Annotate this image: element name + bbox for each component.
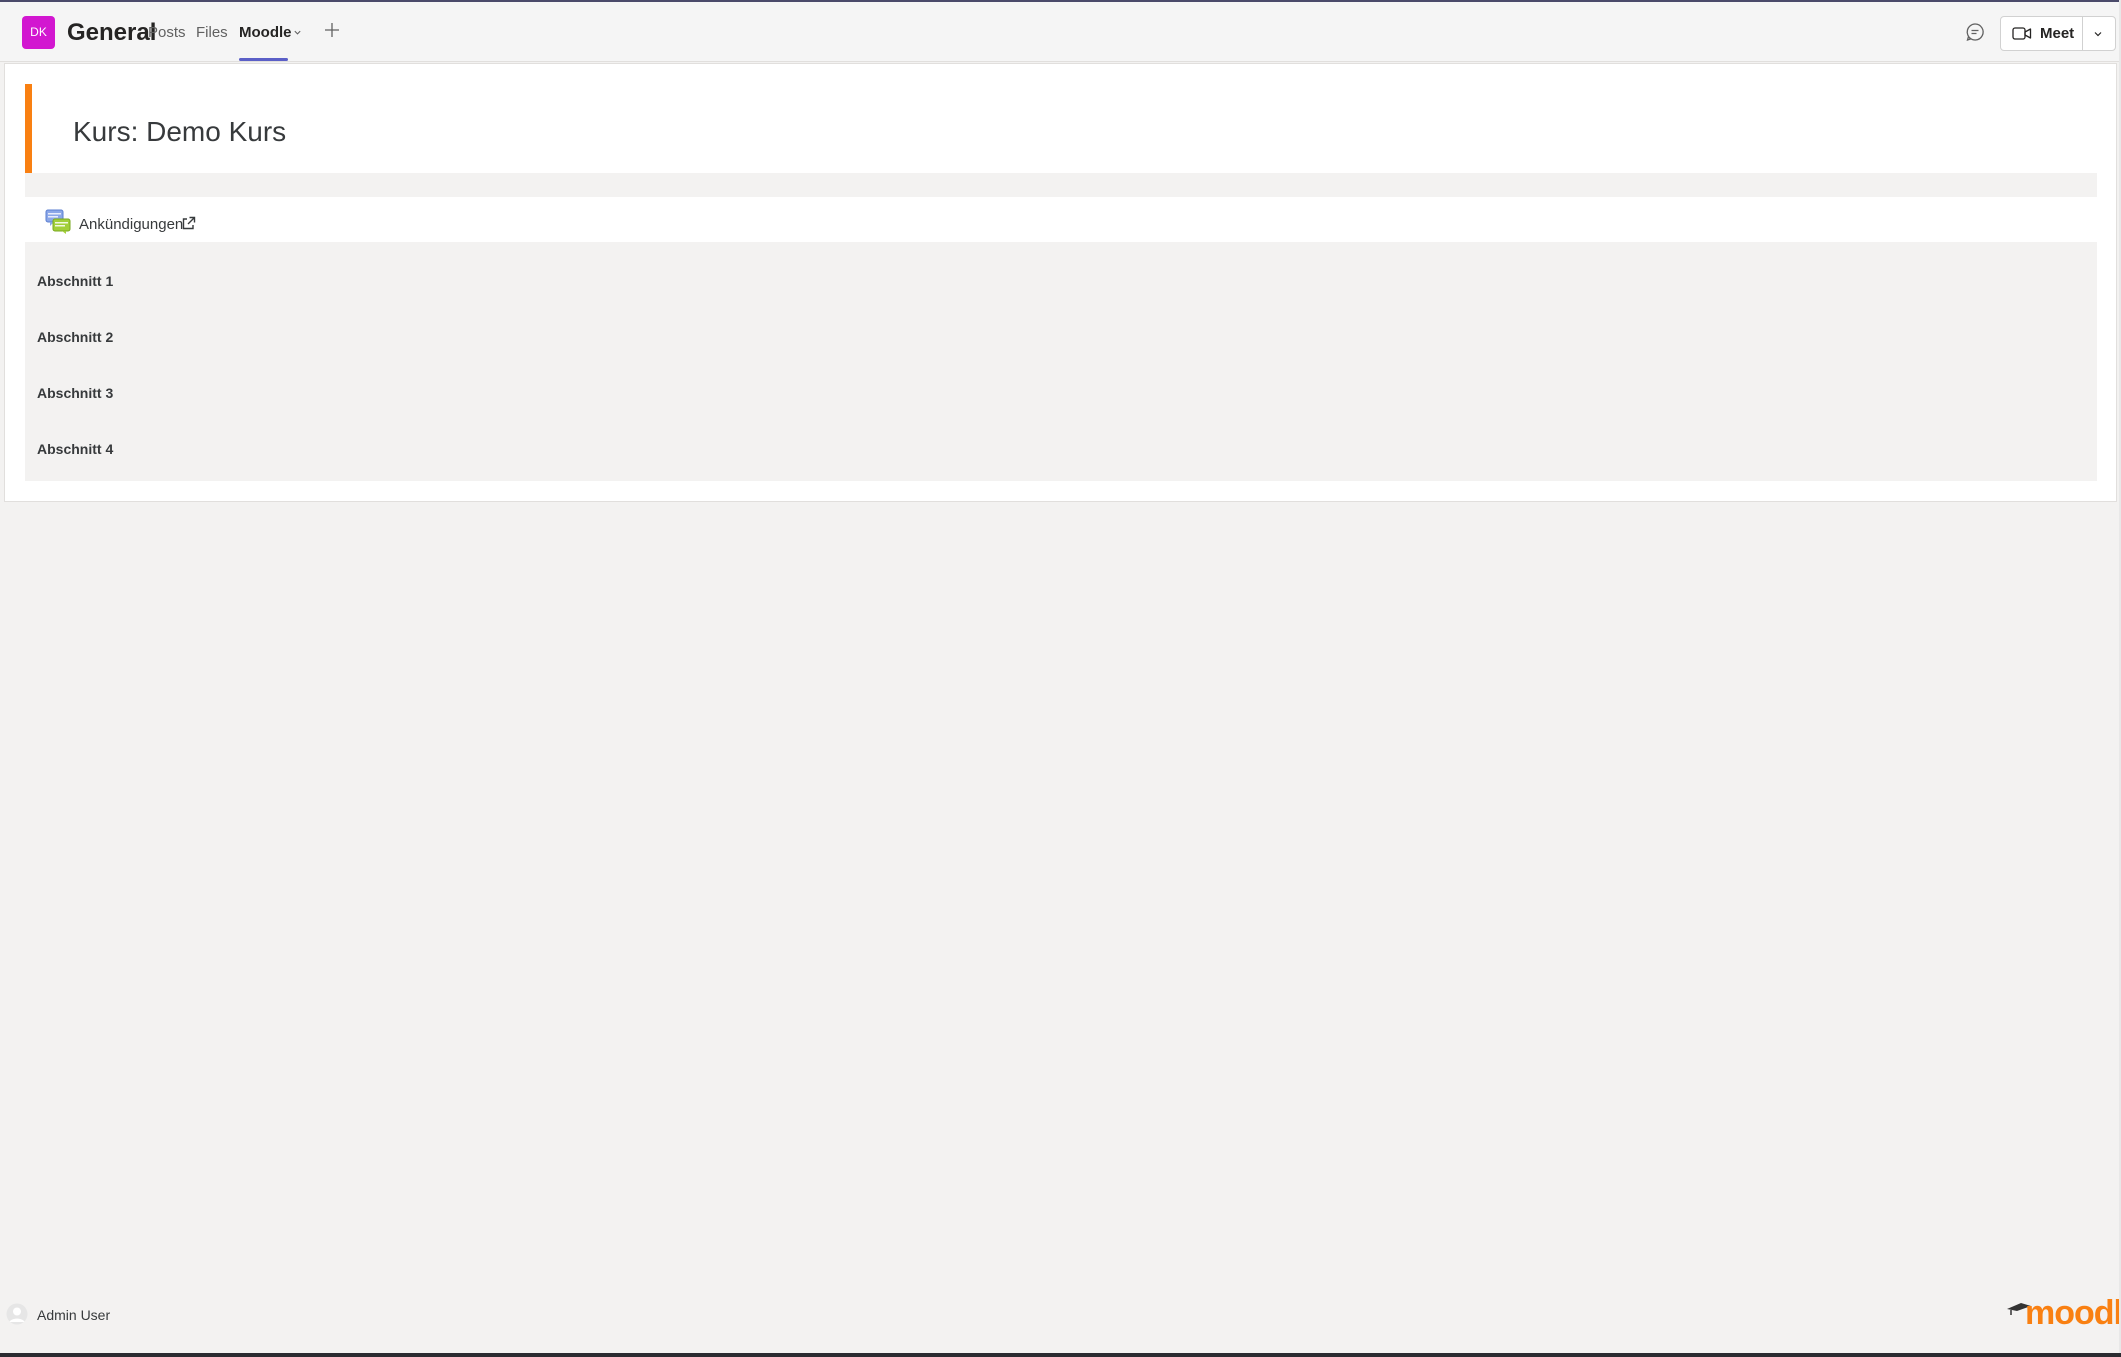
forum-link-announcements[interactable]: Ankündigungen bbox=[79, 216, 183, 233]
video-camera-icon bbox=[2012, 27, 2032, 40]
team-avatar[interactable]: DK bbox=[22, 16, 55, 49]
channel-title: General bbox=[67, 19, 157, 46]
user-avatar-icon[interactable] bbox=[6, 1303, 28, 1325]
course-title: Kurs: Demo Kurs bbox=[73, 116, 287, 147]
chevron-down-icon[interactable] bbox=[293, 28, 302, 37]
section-title[interactable]: Abschnitt 2 bbox=[37, 329, 113, 345]
forum-activity[interactable]: Ankündigungen bbox=[25, 209, 625, 237]
course-sections: Abschnitt 1 Abschnitt 2 Abschnitt 3 Absc… bbox=[25, 242, 2097, 481]
section-title[interactable]: Abschnitt 3 bbox=[37, 385, 113, 401]
plus-icon[interactable] bbox=[322, 20, 342, 40]
meet-button[interactable]: Meet bbox=[2001, 17, 2083, 50]
active-tab-indicator bbox=[239, 58, 288, 61]
course-header: Kurs: Demo Kurs bbox=[25, 84, 2097, 173]
moodle-brand-text: moodle bbox=[2025, 1294, 2121, 1332]
section-divider bbox=[25, 173, 2097, 197]
tab-posts[interactable]: Posts bbox=[148, 24, 186, 41]
course-accent-bar bbox=[25, 84, 32, 173]
tab-files[interactable]: Files bbox=[196, 24, 228, 41]
chevron-down-icon bbox=[2094, 32, 2102, 37]
meet-button-group: Meet bbox=[2000, 16, 2116, 51]
section-title[interactable]: Abschnitt 1 bbox=[37, 273, 113, 289]
window-bottom-border bbox=[0, 1353, 2121, 1357]
chat-icon[interactable] bbox=[1964, 21, 1986, 43]
tab-moodle[interactable]: Moodle bbox=[239, 24, 292, 41]
user-name[interactable]: Admin User bbox=[37, 1307, 110, 1323]
section-title[interactable]: Abschnitt 4 bbox=[37, 441, 113, 457]
forum-icon bbox=[45, 209, 71, 234]
meet-label: Meet bbox=[2040, 25, 2075, 42]
moodle-logo[interactable]: moodle bbox=[2007, 1294, 2121, 1334]
channel-header: DK General Posts Files Moodle Meet bbox=[0, 2, 2121, 62]
meet-dropdown-button[interactable] bbox=[2083, 17, 2115, 50]
moodle-content-panel: Kurs: Demo Kurs Ankündigungen Abschnitt … bbox=[4, 63, 2117, 502]
external-link-icon[interactable] bbox=[181, 216, 196, 231]
